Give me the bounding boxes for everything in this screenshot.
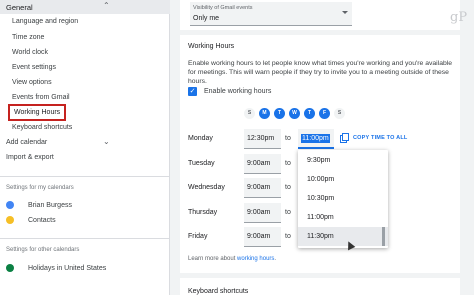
calendar-name: Contacts	[28, 216, 56, 224]
calendar-color-dot	[6, 216, 14, 224]
sidebar-item-language[interactable]: Language and region	[12, 18, 78, 25]
day-toggle-sunday[interactable]: S	[244, 108, 255, 119]
sidebar-item-events-from-gmail[interactable]: Events from Gmail	[12, 94, 70, 101]
end-time-dropdown: 9:30pm 10:00pm 10:30pm 11:00pm 11:30pm	[298, 150, 388, 248]
end-time-value: 11:00pm	[301, 134, 330, 143]
day-toggle-monday[interactable]: M	[259, 108, 270, 119]
to-label: to	[285, 135, 291, 142]
working-hours-description: Enable working hours to let people know …	[188, 60, 453, 85]
copy-icon	[340, 133, 349, 143]
day-toggle-friday[interactable]: F	[319, 108, 330, 119]
to-label: to	[285, 184, 291, 191]
time-option[interactable]: 11:00pm	[298, 208, 388, 227]
sidebar-item-keyboard-shortcuts[interactable]: Keyboard shortcuts	[12, 124, 72, 131]
calendar-color-dot	[6, 201, 14, 209]
day-label-thursday: Thursday	[188, 209, 218, 216]
other-calendars-heading: Settings for other calendars	[6, 247, 80, 253]
copy-time-to-all-button[interactable]: COPY TIME TO ALL	[340, 133, 408, 143]
tuesday-start-time[interactable]: 9:00am	[244, 154, 281, 174]
calendar-item-holidays[interactable]: Holidays in United States	[6, 264, 106, 272]
day-label-tuesday: Tuesday	[188, 160, 215, 167]
sidebar-general-label: General	[6, 3, 33, 12]
copy-time-to-all-label: COPY TIME TO ALL	[353, 134, 408, 141]
keyboard-shortcuts-title: Keyboard shortcuts	[188, 288, 249, 295]
monday-end-time[interactable]: 11:00pm	[298, 129, 334, 149]
day-label-monday: Monday	[188, 135, 213, 142]
settings-sidebar: General ⌃ Language and region Time zone …	[0, 0, 170, 295]
wednesday-start-time[interactable]: 9:00am	[244, 178, 281, 198]
time-option[interactable]: 10:00pm	[298, 170, 388, 189]
my-calendars-heading: Settings for my calendars	[6, 185, 74, 191]
sidebar-item-event-settings[interactable]: Event settings	[12, 64, 56, 71]
learn-more-suffix: .	[274, 256, 277, 262]
time-option[interactable]: 9:30pm	[298, 151, 388, 170]
day-toggle-tuesday[interactable]: T	[274, 108, 285, 119]
start-time-value: 12:30pm	[247, 135, 275, 142]
thursday-start-time[interactable]: 9:00am	[244, 203, 281, 223]
start-time-value: 9:00am	[247, 160, 271, 167]
site-logo: gP	[450, 10, 468, 25]
calendar-color-dot	[6, 264, 14, 272]
dropdown-arrow-icon	[342, 11, 348, 14]
gmail-events-card: Visibility of Gmail events Only me	[180, 0, 460, 30]
working-hours-title: Working Hours	[188, 43, 235, 50]
start-time-value: 9:00am	[247, 209, 271, 216]
to-label: to	[285, 160, 291, 167]
working-hours-link[interactable]: working hours	[237, 256, 274, 262]
calendar-name: Holidays in United States	[28, 264, 107, 272]
day-selector: S M T W T F S	[244, 108, 349, 119]
calendar-item-contacts[interactable]: Contacts	[6, 216, 56, 224]
friday-start-time[interactable]: 9:00am	[244, 227, 281, 247]
day-label-wednesday: Wednesday	[188, 184, 225, 191]
visibility-label: Visibility of Gmail events	[193, 5, 253, 11]
working-hours-card: Working Hours Enable working hours to le…	[180, 35, 460, 273]
to-label: to	[285, 209, 291, 216]
sidebar-item-add-calendar[interactable]: Add calendar	[6, 139, 47, 146]
keyboard-shortcuts-card: Keyboard shortcuts	[180, 278, 460, 295]
day-toggle-wednesday[interactable]: W	[289, 108, 300, 119]
calendar-item-brian-burgess[interactable]: Brian Burgess	[6, 201, 72, 209]
divider	[0, 176, 170, 177]
learn-more-prefix: Learn more about	[188, 256, 236, 262]
sidebar-section-general[interactable]: General ⌃	[0, 0, 170, 14]
visibility-select[interactable]: Visibility of Gmail events Only me	[190, 2, 352, 26]
start-time-value: 9:00am	[247, 233, 271, 240]
day-label-friday: Friday	[188, 233, 208, 240]
learn-more-text: Learn more about working hours.	[188, 256, 276, 262]
sidebar-item-view-options[interactable]: View options	[12, 79, 52, 86]
to-label: to	[285, 233, 291, 240]
day-toggle-saturday[interactable]: S	[334, 108, 345, 119]
chevron-down-icon[interactable]: ⌄	[103, 137, 110, 146]
calendar-name: Brian Burgess	[28, 201, 72, 209]
monday-start-time[interactable]: 12:30pm	[244, 129, 281, 149]
chevron-up-icon[interactable]: ⌃	[103, 1, 110, 10]
time-option[interactable]: 10:30pm	[298, 189, 388, 208]
enable-working-hours-checkbox[interactable]: ✓	[188, 87, 197, 96]
sidebar-item-world-clock[interactable]: World clock	[12, 49, 48, 56]
start-time-value: 9:00am	[247, 184, 271, 191]
sidebar-item-import-export[interactable]: Import & export	[6, 154, 54, 161]
dropdown-scrollbar[interactable]	[382, 227, 385, 246]
enable-working-hours-label: Enable working hours	[204, 88, 272, 95]
sidebar-item-timezone[interactable]: Time zone	[12, 34, 44, 41]
day-toggle-thursday[interactable]: T	[304, 108, 315, 119]
time-option[interactable]: 11:30pm	[298, 227, 388, 246]
visibility-value: Only me	[193, 15, 220, 22]
sidebar-item-working-hours[interactable]: Working Hours	[8, 104, 67, 121]
divider	[0, 238, 170, 239]
